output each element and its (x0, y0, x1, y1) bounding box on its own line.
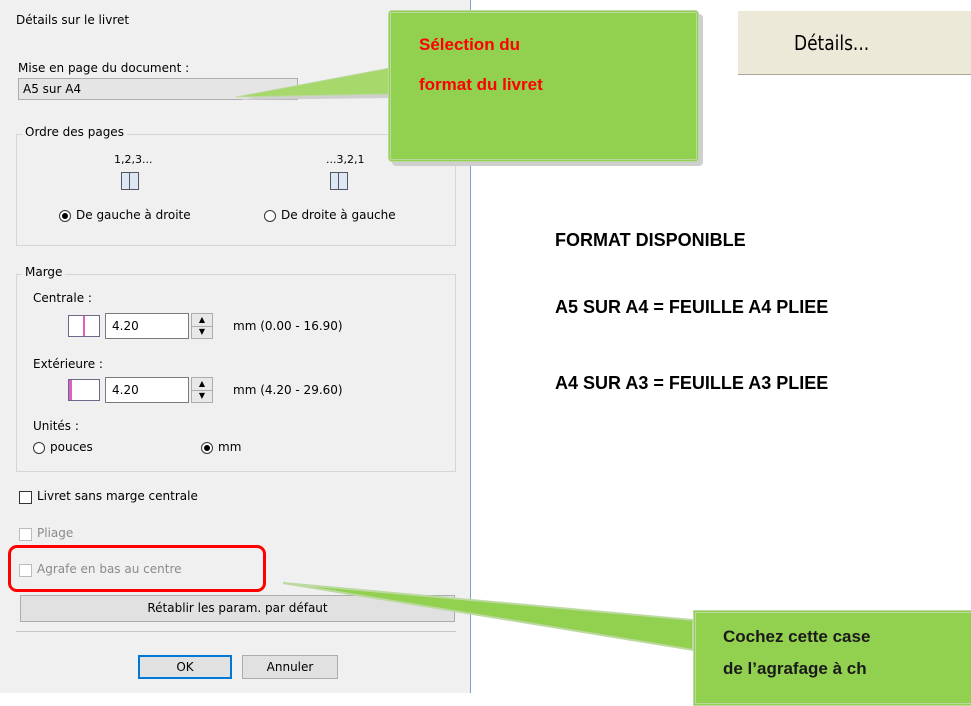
callout-bottom-line2: de l’agrafage à ch (723, 659, 867, 678)
bottom-callout-pointer (282, 582, 694, 652)
staple-callout: Cochez cette case de l’agrafage à ch (693, 610, 971, 706)
callout-top-line2: format du livret (419, 75, 543, 94)
format-heading: FORMAT DISPONIBLE (555, 230, 746, 250)
callout-bottom-line1: Cochez cette case (723, 627, 871, 646)
format-a4-on-a3: A4 SUR A3 = FEUILLE A3 PLIEE (555, 373, 829, 393)
details-button[interactable]: Détails... (737, 10, 971, 74)
callout-top-line1: Sélection du (419, 35, 521, 54)
details-button-label: Détails... (794, 31, 870, 55)
format-selection-callout: Sélection du format du livret (388, 10, 699, 162)
format-a5-on-a4: A5 SUR A4 = FEUILLE A4 PLIEE (555, 297, 829, 317)
top-callout-pointer (235, 67, 391, 98)
